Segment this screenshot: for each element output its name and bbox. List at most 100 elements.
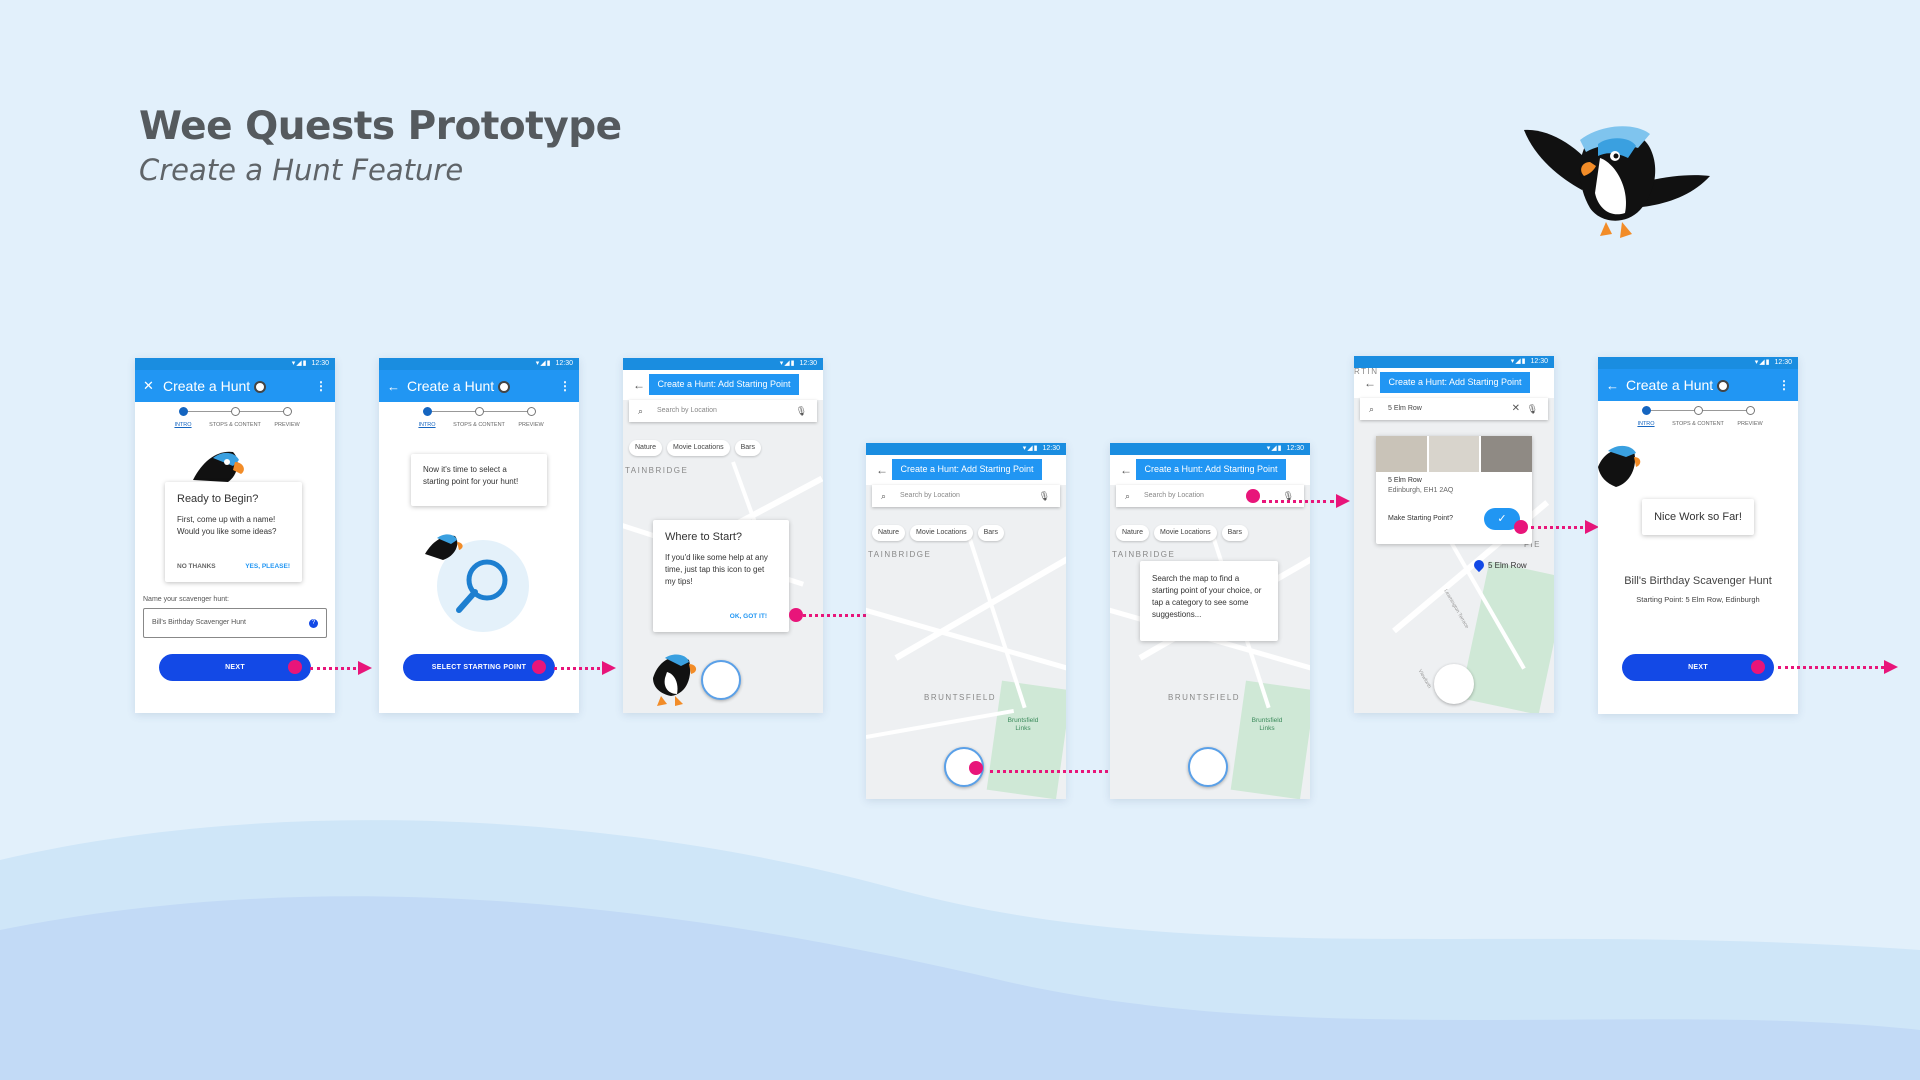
map-place-label: TAINBRIDGE bbox=[625, 466, 689, 475]
more-options-icon[interactable]: ⋮ bbox=[1778, 378, 1790, 392]
step-dot-preview bbox=[1746, 406, 1755, 415]
app-bar-title: Create a Hunt bbox=[407, 378, 559, 394]
map-title: Create a Hunt: Add Starting Point bbox=[1136, 459, 1286, 480]
make-starting-point-label: Make Starting Point? bbox=[1388, 514, 1453, 522]
chip-nature[interactable]: Nature bbox=[872, 525, 906, 541]
back-arrow-icon[interactable]: ← bbox=[876, 463, 888, 477]
screen-starting-point-intro: ▾◢▮ 12:30 ← Create a Hunt ⋮ INTRO STOPS &… bbox=[379, 358, 579, 713]
step-label[interactable]: PREVIEW bbox=[1737, 421, 1762, 427]
dialog-body: First, come up with a name! Would you li… bbox=[177, 514, 277, 536]
place-name: 5 Elm Row bbox=[1388, 477, 1422, 484]
puffin-character-icon bbox=[653, 654, 697, 706]
mic-icon[interactable]: 🎙 bbox=[1039, 485, 1050, 507]
puffin-icon bbox=[1598, 445, 1641, 487]
back-arrow-icon[interactable]: ← bbox=[1364, 376, 1376, 390]
step-label[interactable]: STOPS & CONTENT bbox=[209, 422, 261, 428]
signal-icon: ▾◢▮ bbox=[1754, 359, 1771, 366]
progress-stepper: INTRO STOPS & CONTENT PREVIEW bbox=[1598, 401, 1798, 439]
app-bar-title: Create a Hunt bbox=[163, 378, 315, 394]
magnifier-puffin-icon bbox=[425, 534, 529, 632]
chip-bars[interactable]: Bars bbox=[734, 440, 762, 456]
chip-movie-locations[interactable]: Movie Locations bbox=[1154, 525, 1217, 541]
place-info-card: 5 Elm Row Edinburgh, EH1 2AQ Make Starti… bbox=[1376, 436, 1533, 544]
where-to-start-dialog: Where to Start? If you'd like some help … bbox=[653, 520, 789, 632]
more-options-icon[interactable]: ⋮ bbox=[315, 379, 327, 393]
chip-nature[interactable]: Nature bbox=[629, 440, 663, 456]
chip-bars[interactable]: Bars bbox=[1221, 525, 1249, 541]
chip-movie-locations[interactable]: Movie Locations bbox=[667, 440, 730, 456]
mic-icon[interactable]: 🎙 bbox=[1527, 398, 1538, 420]
help-icon[interactable]: ? bbox=[309, 619, 318, 628]
name-field-label: Name your scavenger hunt: bbox=[143, 596, 229, 603]
step-label[interactable]: PREVIEW bbox=[274, 422, 299, 428]
map-title-bar: ← Create a Hunt: Add Starting Point bbox=[1354, 368, 1554, 398]
back-arrow-icon[interactable]: ← bbox=[633, 378, 645, 392]
status-bar: ▾◢▮ 12:30 bbox=[135, 358, 335, 370]
step-label[interactable]: INTRO bbox=[1637, 421, 1654, 427]
step-dot-stops bbox=[231, 407, 240, 416]
step-label[interactable]: STOPS & CONTENT bbox=[1672, 421, 1724, 427]
no-thanks-button[interactable]: NO THANKS bbox=[177, 562, 216, 572]
close-icon[interactable]: ✕ bbox=[143, 378, 163, 394]
search-icon: ⌕ bbox=[881, 491, 887, 501]
back-arrow-icon[interactable]: ← bbox=[387, 379, 407, 394]
search-input[interactable]: ⌕ Search by Location 🎙 bbox=[872, 485, 1060, 507]
help-puffin-button[interactable] bbox=[1188, 747, 1228, 787]
step-label[interactable]: INTRO bbox=[418, 422, 435, 428]
help-puffin-button[interactable] bbox=[1434, 664, 1474, 704]
search-input[interactable]: ⌕ Search by Location 🎙 bbox=[629, 400, 817, 422]
search-hint-dialog: Search the map to find a starting point … bbox=[1140, 561, 1278, 641]
back-arrow-icon[interactable]: ← bbox=[1120, 463, 1132, 477]
map-place-label: BRUNTSFIELD bbox=[1168, 693, 1241, 702]
yes-please-button[interactable]: YES, PLEASE! bbox=[245, 562, 290, 572]
category-chips: Nature Movie Locations Bars bbox=[629, 440, 823, 456]
app-bar: ✕ Create a Hunt ⋮ bbox=[135, 370, 335, 402]
hunt-summary: Bill's Birthday Scavenger Hunt Starting … bbox=[1598, 575, 1798, 604]
category-chips: Nature Movie Locations Bars bbox=[1116, 525, 1310, 541]
background-waves bbox=[0, 820, 1920, 1080]
tap-hotspot bbox=[532, 660, 546, 674]
signal-icon: ▾◢▮ bbox=[779, 360, 796, 367]
step-dot-preview bbox=[283, 407, 292, 416]
status-bar: ▾◢▮ 12:30 bbox=[1354, 356, 1554, 368]
nice-work-bubble: Nice Work so Far! bbox=[1642, 499, 1754, 535]
step-dot-stops bbox=[475, 407, 484, 416]
starting-point-text: Starting Point: 5 Elm Row, Edinburgh bbox=[1636, 595, 1760, 604]
signal-icon: ▾◢▮ bbox=[535, 360, 552, 367]
chip-movie-locations[interactable]: Movie Locations bbox=[910, 525, 973, 541]
place-address: Edinburgh, EH1 2AQ bbox=[1388, 486, 1454, 494]
signal-icon: ▾◢▮ bbox=[1510, 358, 1527, 365]
map-place-label: BRUNTSFIELD bbox=[924, 693, 997, 702]
screen-map-browse: ▾◢▮ 12:30 ← Create a Hunt: Add Starting P… bbox=[866, 443, 1066, 799]
clear-icon[interactable]: ✕ bbox=[1512, 398, 1520, 420]
flow-arrow bbox=[1531, 520, 1599, 534]
status-bar: ▾◢▮ 12:30 bbox=[623, 358, 823, 370]
step-label[interactable]: PREVIEW bbox=[518, 422, 543, 428]
search-icon: ⌕ bbox=[1369, 404, 1375, 414]
chip-bars[interactable]: Bars bbox=[977, 525, 1005, 541]
app-bar: ← Create a Hunt ⋮ bbox=[379, 370, 579, 402]
signal-icon: ▾◢▮ bbox=[291, 360, 308, 367]
progress-stepper: INTRO STOPS & CONTENT PREVIEW bbox=[135, 402, 335, 440]
screen-summary: ▾◢▮ 12:30 ← Create a Hunt ⋮ INTRO STOPS &… bbox=[1598, 357, 1798, 714]
flow-arrow bbox=[1262, 494, 1350, 508]
tip-bubble: Now it's time to select a starting point… bbox=[411, 454, 547, 506]
step-label[interactable]: STOPS & CONTENT bbox=[453, 422, 505, 428]
mic-icon[interactable]: 🎙 bbox=[796, 400, 807, 422]
screen-map-selected-place: ▾◢▮ 12:30 ← Create a Hunt: Add Starting P… bbox=[1354, 356, 1554, 713]
status-bar: ▾◢▮ 12:30 bbox=[1110, 443, 1310, 455]
app-bar-title: Create a Hunt bbox=[1626, 377, 1778, 393]
hunt-name-input[interactable]: Bill's Birthday Scavenger Hunt ? bbox=[143, 608, 327, 638]
dialog-title: Where to Start? bbox=[665, 531, 743, 543]
help-puffin-button[interactable] bbox=[701, 660, 741, 700]
more-options-icon[interactable]: ⋮ bbox=[559, 379, 571, 393]
chip-nature[interactable]: Nature bbox=[1116, 525, 1150, 541]
step-label[interactable]: INTRO bbox=[174, 422, 191, 428]
ok-got-it-button[interactable]: OK, GOT IT! bbox=[730, 612, 767, 622]
map-title: Create a Hunt: Add Starting Point bbox=[892, 459, 1042, 480]
pin-label: 5 Elm Row bbox=[1488, 561, 1527, 570]
park-label: Bruntsfield Links bbox=[1007, 717, 1039, 732]
search-input[interactable]: ⌕ 5 Elm Row ✕ 🎙 bbox=[1360, 398, 1548, 420]
back-arrow-icon[interactable]: ← bbox=[1606, 378, 1626, 393]
progress-stepper: INTRO STOPS & CONTENT PREVIEW bbox=[379, 402, 579, 440]
